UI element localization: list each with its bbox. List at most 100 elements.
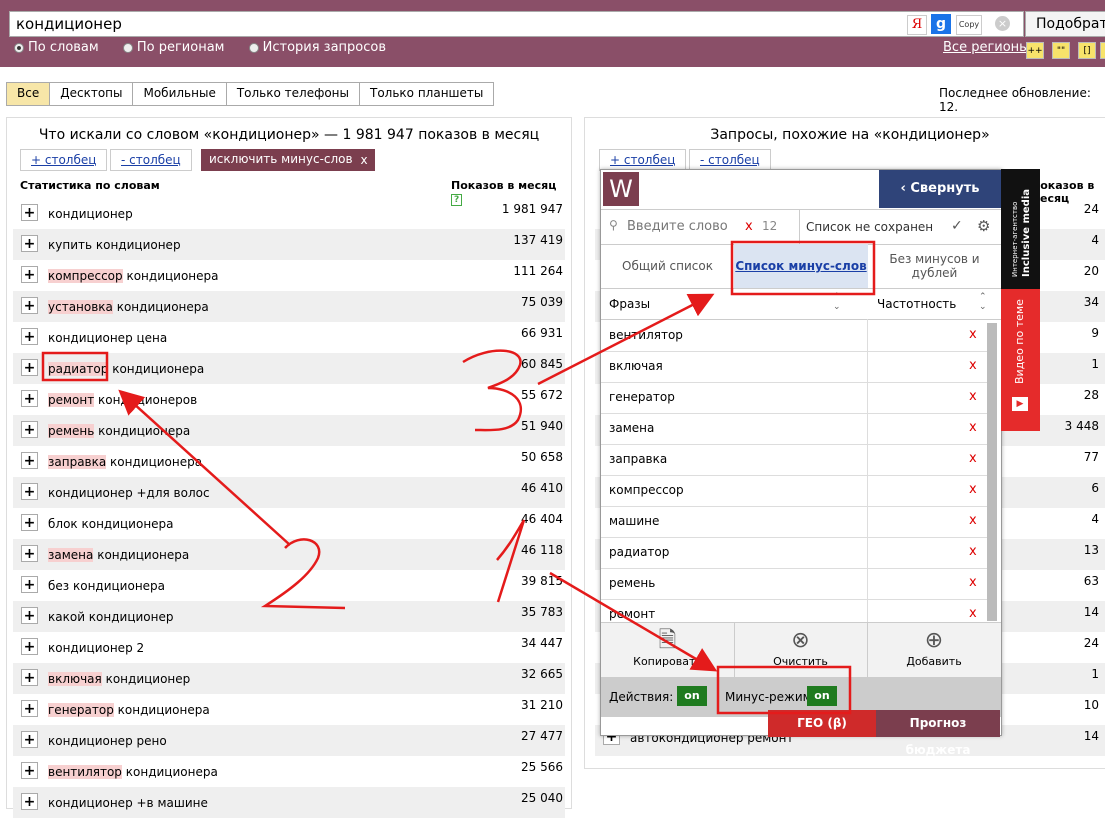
- tab-desktops[interactable]: Десктопы: [50, 83, 134, 105]
- add-row-button[interactable]: +: [21, 390, 38, 407]
- tab-tablets[interactable]: Только планшеты: [360, 83, 494, 105]
- add-row-button[interactable]: +: [21, 514, 38, 531]
- gear-icon[interactable]: ⚙: [977, 217, 990, 235]
- add-row-button[interactable]: +: [21, 266, 38, 283]
- copy-button[interactable]: 🗎 Копировать: [601, 623, 735, 678]
- phrase[interactable]: кондиционер 2: [48, 641, 144, 655]
- tab-phones[interactable]: Только телефоны: [226, 83, 360, 105]
- tab-no-duplicates[interactable]: Без минусов и дублей: [868, 244, 1001, 288]
- add-row-button[interactable]: +: [21, 638, 38, 655]
- tab-all[interactable]: Все: [7, 83, 51, 105]
- remove-column-button-right[interactable]: - столбец: [689, 149, 771, 171]
- search-input[interactable]: кондиционер Я g Copy ×: [9, 11, 1024, 37]
- phrase[interactable]: включая кондиционер: [48, 672, 190, 686]
- delete-icon[interactable]: x: [969, 544, 977, 559]
- phrase[interactable]: какой кондиционер: [48, 610, 174, 624]
- add-row-button[interactable]: +: [21, 607, 38, 624]
- phrase[interactable]: блок кондиционера: [48, 517, 174, 531]
- minus-word[interactable]: заправка: [609, 452, 667, 466]
- add-row-button[interactable]: +: [21, 235, 38, 252]
- phrase[interactable]: кондиционер рено: [48, 734, 167, 748]
- delete-icon[interactable]: x: [969, 358, 977, 373]
- phrase[interactable]: кондиционер: [48, 207, 133, 221]
- phrase[interactable]: генератор кондиционера: [48, 703, 210, 717]
- minus-word[interactable]: генератор: [609, 390, 675, 404]
- clear-icon[interactable]: ×: [995, 16, 1010, 31]
- copy-icon[interactable]: Copy: [956, 15, 982, 35]
- delete-icon[interactable]: x: [969, 420, 977, 435]
- radio-by-words[interactable]: По словам: [14, 40, 99, 55]
- phrase[interactable]: замена кондиционера: [48, 548, 189, 562]
- add-row-button[interactable]: +: [21, 700, 38, 717]
- add-column-button[interactable]: + столбец: [20, 149, 108, 171]
- phrase[interactable]: кондиционер +для волос: [48, 486, 210, 500]
- submit-button[interactable]: Подобрать: [1025, 11, 1105, 37]
- add-row-button[interactable]: +: [21, 297, 38, 314]
- yandex-icon[interactable]: Я: [907, 15, 927, 35]
- sort-icon[interactable]: ⌃ ⌄: [833, 292, 841, 312]
- add-row-button[interactable]: +: [21, 793, 38, 810]
- phrase[interactable]: установка кондиционера: [48, 300, 209, 314]
- add-row-button[interactable]: +: [21, 328, 38, 345]
- google-icon[interactable]: g: [931, 14, 951, 34]
- remove-column-button[interactable]: - столбец: [110, 149, 192, 171]
- frequency-header[interactable]: Частотность: [877, 297, 956, 311]
- clear-button[interactable]: ⊗ Очистить: [734, 623, 868, 678]
- delete-icon[interactable]: x: [969, 513, 977, 528]
- add-row-button[interactable]: +: [21, 483, 38, 500]
- phrase[interactable]: радиатор кондиционера: [48, 362, 204, 376]
- quotes-button[interactable]: "": [1052, 42, 1070, 59]
- budget-forecast-button[interactable]: Прогноз бюджета: [876, 710, 1000, 757]
- delete-icon[interactable]: x: [969, 389, 977, 404]
- close-exclude-button[interactable]: x: [353, 149, 375, 171]
- minus-word[interactable]: включая: [609, 359, 663, 373]
- delete-icon[interactable]: x: [969, 327, 977, 342]
- phrase[interactable]: заправка кондиционера: [48, 455, 202, 469]
- add-button[interactable]: ⊕ Добавить: [867, 623, 1001, 678]
- phrase[interactable]: кондиционер цена: [48, 331, 167, 345]
- plus-plus-button[interactable]: ++: [1026, 42, 1044, 59]
- phrases-header[interactable]: Фразы: [609, 297, 650, 311]
- delete-icon[interactable]: x: [969, 451, 977, 466]
- clear-words-icon[interactable]: x: [745, 219, 753, 234]
- tab-minus-words[interactable]: Список минус-слов: [734, 244, 868, 288]
- geo-button[interactable]: ГЕО (β): [768, 710, 876, 737]
- word-input[interactable]: Введите слово: [627, 219, 728, 234]
- phrase[interactable]: ремонт кондиционеров: [48, 393, 197, 407]
- check-icon[interactable]: ✓: [951, 218, 963, 234]
- minus-word[interactable]: замена: [609, 421, 654, 435]
- delete-icon[interactable]: x: [969, 606, 977, 621]
- tab-mobile[interactable]: Мобильные: [133, 83, 227, 105]
- all-regions-link[interactable]: Все регионы: [943, 40, 1029, 55]
- phrase[interactable]: компрессор кондиционера: [48, 269, 219, 283]
- minus-word[interactable]: ремень: [609, 576, 655, 590]
- add-row-button[interactable]: +: [21, 731, 38, 748]
- add-row-button[interactable]: +: [21, 576, 38, 593]
- minus-word[interactable]: ремонт: [609, 607, 655, 621]
- scrollbar[interactable]: [987, 323, 997, 621]
- sort-icon[interactable]: ⌃ ⌄: [979, 292, 987, 312]
- minus-mode-toggle[interactable]: on: [807, 686, 837, 706]
- radio-history[interactable]: История запросов: [248, 40, 386, 55]
- exclude-minus-words-button[interactable]: исключить минус-слова: [201, 149, 368, 171]
- phrase[interactable]: купить кондиционер: [48, 238, 181, 252]
- collapse-button[interactable]: ‹ Свернуть: [879, 170, 1001, 208]
- add-column-button-right[interactable]: + столбец: [599, 149, 687, 171]
- radio-by-regions[interactable]: По регионам: [122, 40, 224, 55]
- add-row-button[interactable]: +: [21, 545, 38, 562]
- brackets-button[interactable]: []: [1078, 42, 1096, 59]
- phrase[interactable]: без кондиционера: [48, 579, 165, 593]
- minus-word[interactable]: вентилятор: [609, 328, 683, 342]
- phrase[interactable]: ремень кондиционера: [48, 424, 190, 438]
- add-row-button[interactable]: +: [21, 762, 38, 779]
- delete-icon[interactable]: x: [969, 482, 977, 497]
- phrase[interactable]: вентилятор кондиционера: [48, 765, 218, 779]
- phrase[interactable]: кондиционер +в машине: [48, 796, 208, 810]
- add-row-button[interactable]: +: [21, 359, 38, 376]
- minus-word[interactable]: компрессор: [609, 483, 684, 497]
- actions-toggle[interactable]: on: [677, 686, 707, 706]
- delete-icon[interactable]: x: [969, 575, 977, 590]
- agency-banner[interactable]: Интернет-агентство Inclusive media: [1001, 169, 1040, 289]
- minus-word[interactable]: радиатор: [609, 545, 669, 559]
- add-row-button[interactable]: +: [21, 669, 38, 686]
